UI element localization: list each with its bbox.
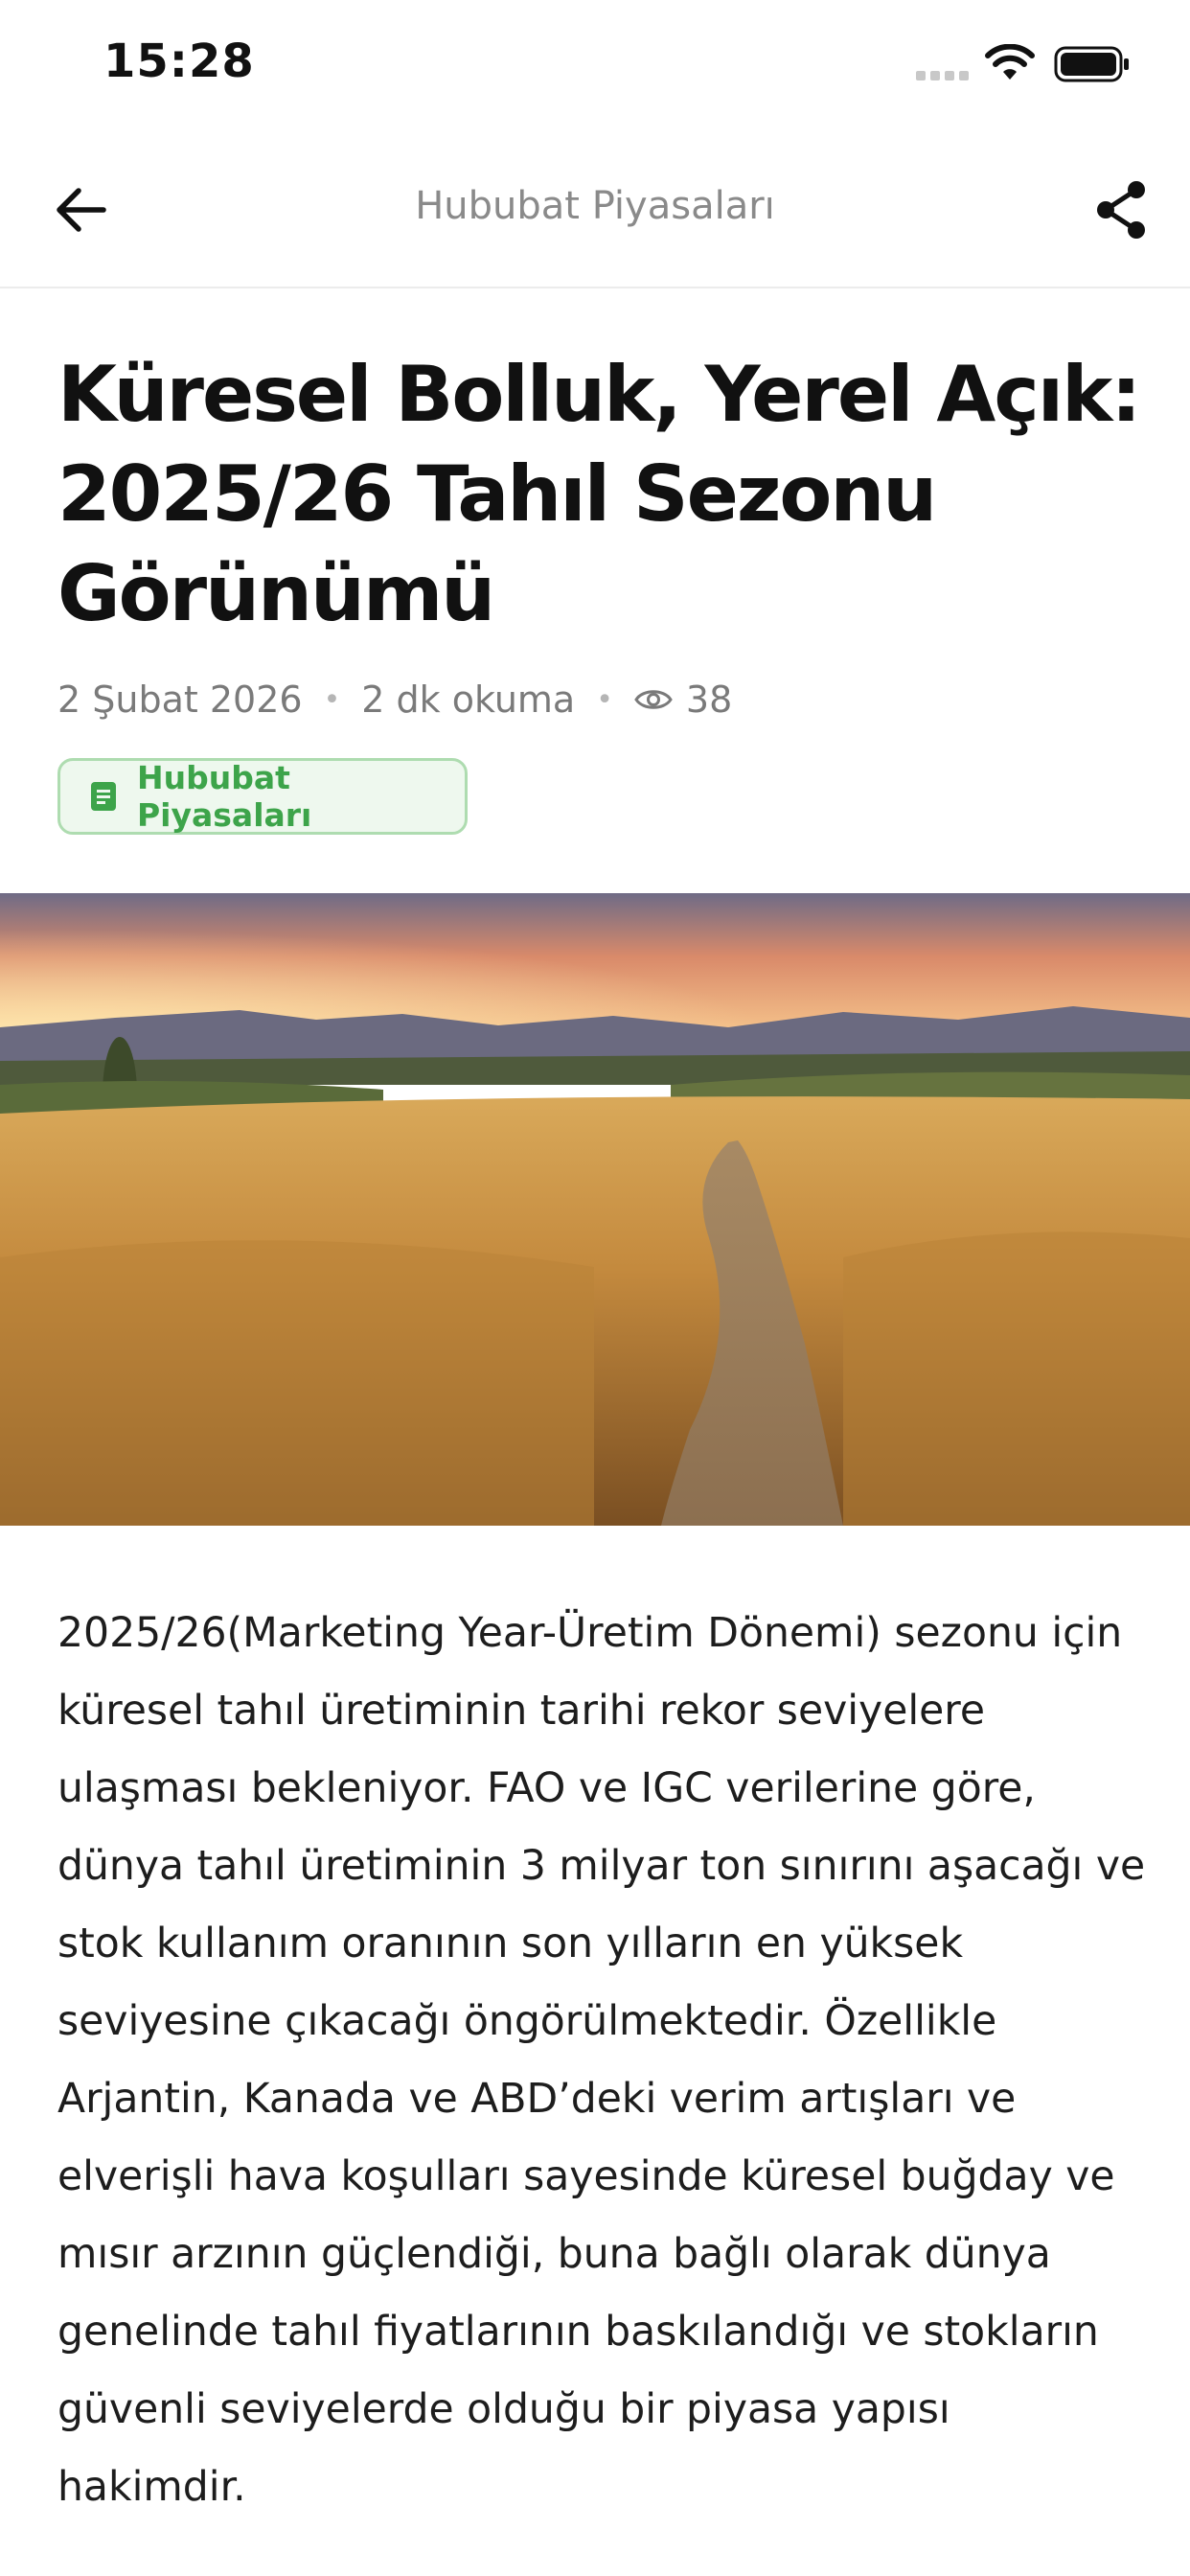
hero-image-wheat-field	[0, 893, 1190, 1526]
status-bar: 15:28	[0, 0, 1190, 129]
view-count: 38	[685, 678, 733, 721]
eye-icon	[634, 686, 673, 713]
document-icon	[91, 782, 116, 811]
cellular-signal-icon	[916, 71, 969, 80]
meta-separator: •	[323, 682, 341, 717]
category-label: Hububat Piyasaları	[137, 759, 312, 834]
battery-icon	[1054, 46, 1129, 82]
article-body: 2025/26(Marketing Year-Üretim Dönemi) se…	[57, 1610, 1146, 2511]
article-title: Küresel Bolluk, Yerel Açık: 2025/26 Tahı…	[57, 350, 1141, 638]
meta-separator: •	[596, 682, 613, 717]
wifi-icon	[985, 44, 1035, 80]
share-icon	[1097, 181, 1145, 239]
publish-date: 2 Şubat 2026	[57, 678, 303, 721]
article-meta: 2 Şubat 2026 • 2 dk okuma • 38	[57, 673, 732, 726]
top-navigation-bar: Hububat Piyasaları	[0, 129, 1190, 288]
status-time: 15:28	[103, 34, 255, 88]
category-badge[interactable]: Hububat Piyasaları	[57, 758, 468, 835]
nav-title: Hububat Piyasaları	[415, 184, 775, 228]
read-time: 2 dk okuma	[361, 678, 576, 721]
share-button[interactable]	[1085, 173, 1157, 246]
